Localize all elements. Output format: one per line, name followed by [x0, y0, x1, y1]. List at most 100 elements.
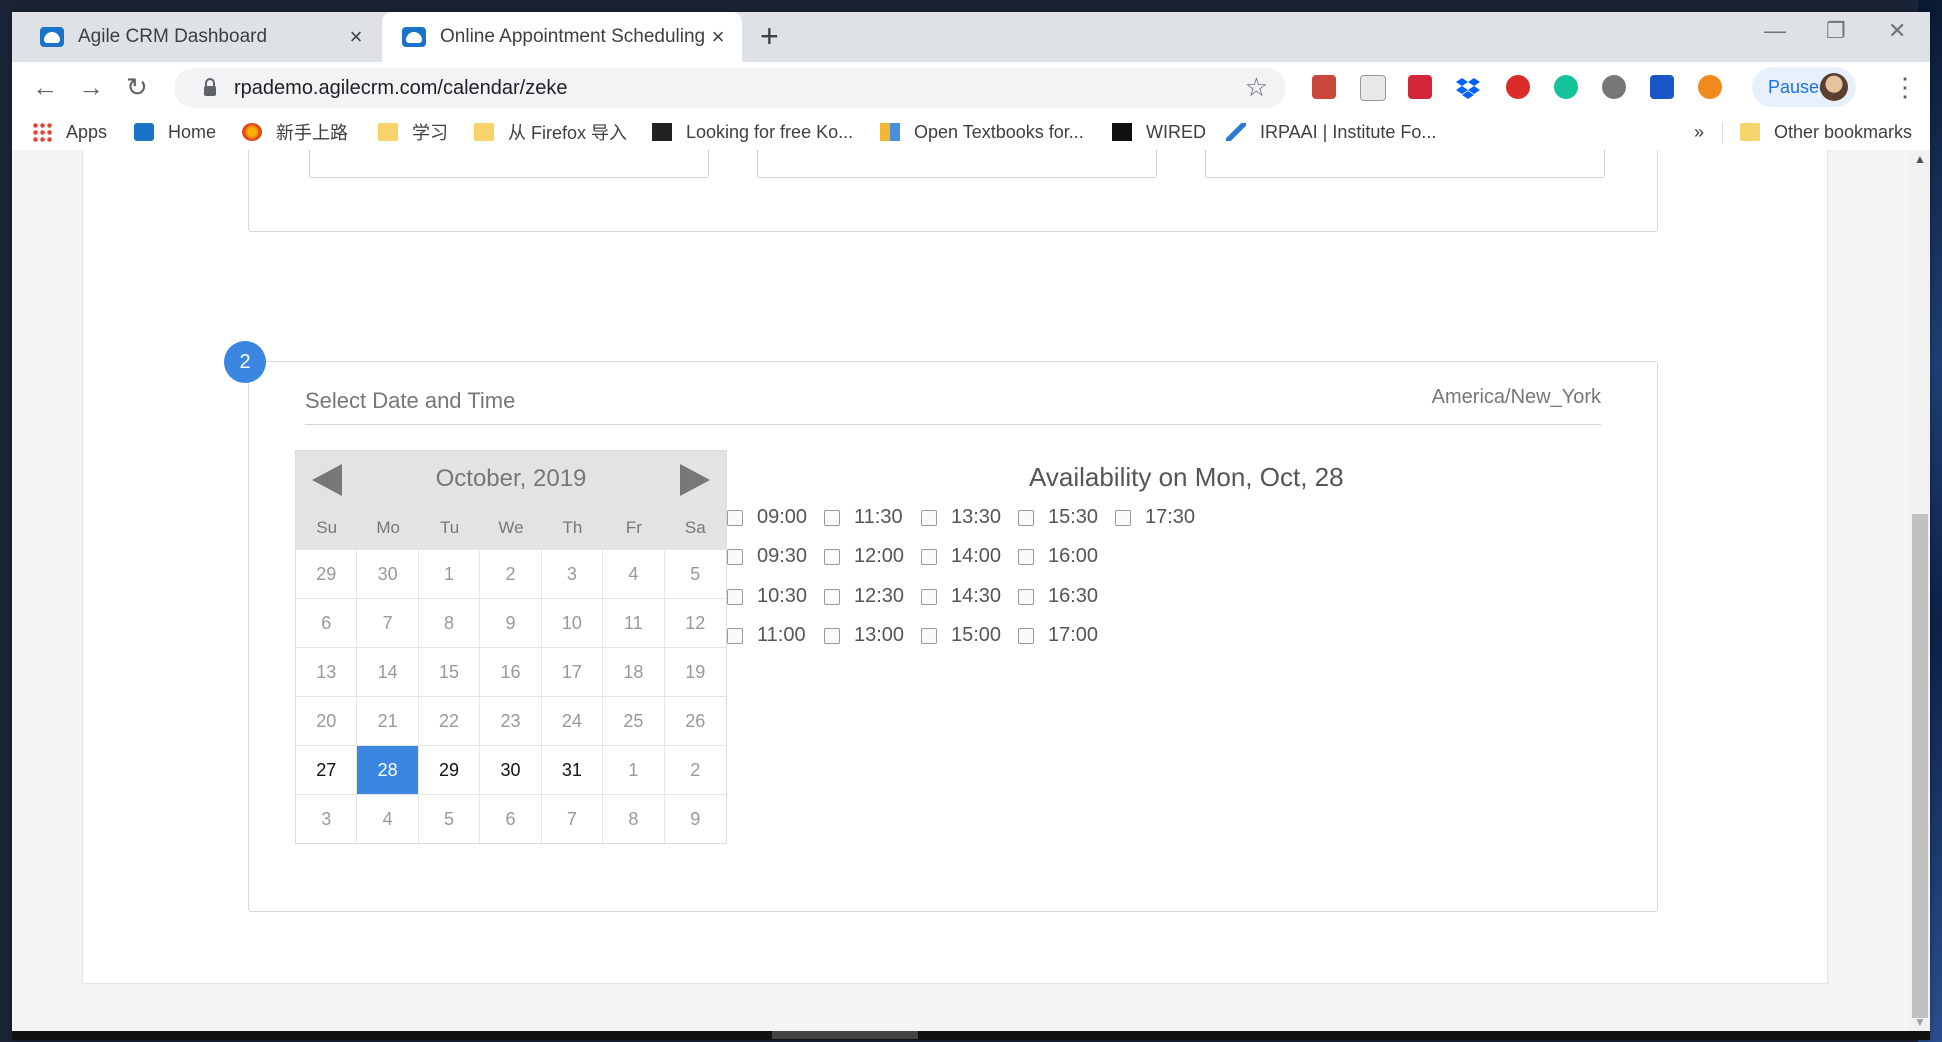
calendar-day-selected[interactable]: 28	[357, 745, 419, 794]
time-slot-option[interactable]: 14:00	[921, 545, 1001, 568]
time-slot-option[interactable]: 14:30	[921, 585, 1001, 608]
time-slot-checkbox[interactable]	[921, 509, 937, 526]
scroll-down-arrow-icon[interactable]: ▼	[1914, 1015, 1926, 1029]
apps-grid-icon	[32, 122, 52, 142]
time-slot-checkbox[interactable]	[824, 548, 840, 565]
time-slot-checkbox[interactable]	[921, 588, 937, 605]
tab-agile-crm-dashboard[interactable]: Agile CRM Dashboard ×	[20, 12, 380, 62]
time-slot-option[interactable]: 17:00	[1018, 624, 1098, 647]
service-option-box[interactable]	[309, 150, 709, 178]
page-scrollbar[interactable]: ▲ ▼	[1910, 150, 1930, 1031]
time-slot-option[interactable]: 16:00	[1018, 545, 1098, 568]
time-slot-option[interactable]: 17:30	[1115, 506, 1195, 529]
weekday-label: Sa	[684, 518, 706, 537]
bookmark-xinshou[interactable]: 新手上路	[242, 114, 348, 150]
timezone-label[interactable]: America/New_York	[1432, 386, 1601, 409]
time-slot-option[interactable]: 13:30	[921, 506, 1001, 529]
calendar-header: October, 2019	[296, 451, 726, 507]
window-close-button[interactable]: ✕	[1888, 18, 1906, 44]
calendar-day-available[interactable]: 30	[480, 745, 542, 794]
bookmark-looking-for-free[interactable]: Looking for free Ko...	[652, 114, 853, 150]
orange-extension-icon[interactable]	[1698, 75, 1722, 99]
weekday-label: Th	[562, 518, 583, 537]
time-slot-option[interactable]: 11:00	[727, 624, 806, 647]
bookmark-wired[interactable]: WIRED	[1112, 114, 1206, 150]
bookmark-apps[interactable]: Apps	[32, 114, 107, 150]
time-slot-option[interactable]: 09:00	[727, 506, 807, 529]
close-icon[interactable]: ×	[344, 24, 368, 50]
time-slot-checkbox[interactable]	[1018, 588, 1034, 605]
calendar-day: 9	[664, 794, 726, 843]
time-slot-checkbox[interactable]	[824, 509, 840, 526]
time-slot-checkbox[interactable]	[1018, 509, 1034, 526]
bookmark-label: 新手上路	[276, 123, 348, 143]
grammarly-icon[interactable]	[1554, 75, 1578, 99]
forward-button[interactable]: →	[78, 72, 104, 102]
weekday-label: Mo	[376, 518, 400, 537]
time-slot-option[interactable]: 11:30	[824, 506, 903, 529]
profile-button[interactable]: Paused	[1752, 67, 1856, 107]
other-bookmarks[interactable]: Other bookmarks	[1740, 114, 1912, 150]
time-slot-checkbox[interactable]	[727, 588, 743, 605]
service-option-box[interactable]	[757, 150, 1157, 178]
reload-button[interactable]: ↻	[126, 72, 148, 102]
time-slot-checkbox[interactable]	[921, 627, 937, 644]
time-slot-checkbox[interactable]	[727, 627, 743, 644]
calendar-day-available[interactable]: 27	[296, 745, 358, 794]
uipath-icon[interactable]	[1650, 75, 1674, 99]
time-slot-option[interactable]: 15:30	[1018, 506, 1098, 529]
folder-icon	[474, 123, 494, 141]
time-slot-checkbox[interactable]	[727, 509, 743, 526]
tab-online-appointment-scheduling[interactable]: Online Appointment Scheduling ×	[382, 12, 742, 62]
page-content: Select Date and Time America/New_York Oc…	[12, 150, 1910, 1031]
time-slot-option[interactable]: 12:00	[824, 545, 904, 568]
time-slot-checkbox[interactable]	[824, 627, 840, 644]
time-slot-label: 09:00	[757, 506, 808, 528]
time-slot-checkbox[interactable]	[1018, 548, 1034, 565]
time-slot-checkbox[interactable]	[1018, 627, 1034, 644]
bookmark-firefox-import[interactable]: 从 Firefox 导入	[474, 114, 627, 150]
time-slot-option[interactable]: 09:30	[727, 545, 807, 568]
scrollbar-thumb[interactable]	[1912, 514, 1928, 1018]
time-slot-checkbox[interactable]	[1115, 509, 1131, 526]
taskbar-item[interactable]	[772, 1031, 918, 1039]
time-slot-option[interactable]: 16:30	[1018, 585, 1098, 608]
calendar-day-available[interactable]: 29	[418, 745, 481, 794]
calendar-day: 2	[480, 549, 542, 598]
calendar-day: 9	[480, 598, 542, 647]
bookmark-irpaai[interactable]: IRPAAI | Institute Fo...	[1226, 114, 1436, 150]
service-option-box[interactable]	[1205, 150, 1605, 178]
record-extension-icon[interactable]	[1506, 75, 1530, 99]
bookmark-xuexi[interactable]: 学习	[378, 114, 448, 150]
close-icon[interactable]: ×	[706, 24, 730, 50]
more-menu-icon[interactable]: ⋮	[1892, 72, 1918, 102]
pocket-extension-icon[interactable]	[1408, 75, 1432, 99]
bookmark-star-icon[interactable]: ☆	[1245, 72, 1268, 103]
time-slot-checkbox[interactable]	[921, 548, 937, 565]
bookmark-open-textbooks[interactable]: Open Textbooks for...	[880, 114, 1084, 150]
new-tab-button[interactable]: +	[760, 20, 779, 52]
bookmarks-overflow-button[interactable]: »	[1694, 114, 1704, 150]
file-extension-icon[interactable]	[1360, 75, 1386, 101]
time-slot-option[interactable]: 13:00	[824, 624, 904, 647]
pdf-extension-icon[interactable]	[1312, 75, 1336, 99]
minimize-button[interactable]: —	[1764, 18, 1786, 44]
dropbox-icon[interactable]	[1456, 75, 1480, 99]
time-slot-option[interactable]: 10:30	[727, 585, 807, 608]
next-month-arrow-icon[interactable]	[680, 464, 710, 496]
date-picker: October, 2019 Su Mo Tu We Th Fr Sa 29 30 1 2 3 4 5 6 7…	[295, 450, 727, 844]
bookmark-label: Open Textbooks for...	[914, 121, 1084, 142]
scroll-up-arrow-icon[interactable]: ▲	[1914, 152, 1926, 166]
back-button[interactable]: ←	[32, 72, 58, 102]
time-slot-option[interactable]: 12:30	[824, 585, 904, 608]
lock-icon	[204, 78, 216, 96]
circle-extension-icon[interactable]	[1602, 75, 1626, 99]
time-slot-checkbox[interactable]	[727, 548, 743, 565]
bookmark-home[interactable]: Home	[134, 114, 216, 150]
restore-button[interactable]: ❐	[1826, 18, 1846, 44]
time-slot-label: 14:30	[951, 585, 1002, 607]
time-slot-checkbox[interactable]	[824, 588, 840, 605]
time-slot-option[interactable]: 15:00	[921, 624, 1001, 647]
address-bar[interactable]: rpademo.agilecrm.com/calendar/zeke ☆	[174, 68, 1286, 108]
calendar-day-available[interactable]: 31	[541, 745, 604, 794]
